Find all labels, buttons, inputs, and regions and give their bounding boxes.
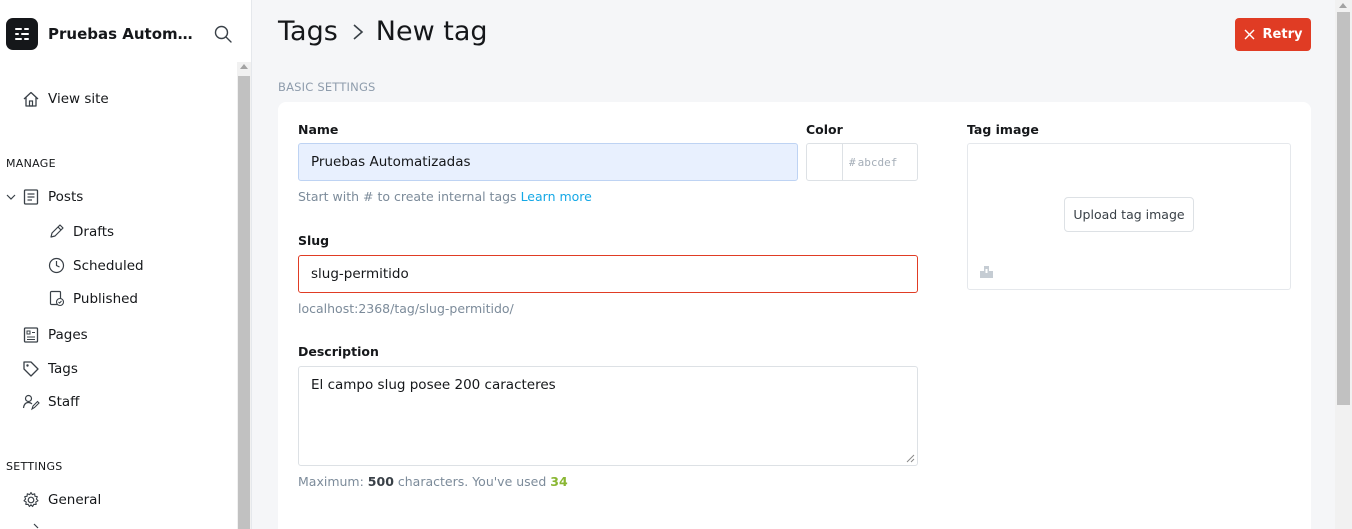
breadcrumb-tags-link[interactable]: Tags [278,16,338,47]
nav-published-label: Published [73,290,138,307]
upload-tag-image-button[interactable]: Upload tag image [1064,197,1194,232]
color-placeholder: abcdef [857,155,898,169]
main-content: Tags New tag Retry BASIC SETTINGS Name P… [253,0,1335,529]
color-hash: # [849,155,856,169]
retry-button[interactable]: Retry [1235,18,1311,51]
nav-tags-label: Tags [48,361,78,377]
upload-label: Upload tag image [1073,207,1185,222]
color-input[interactable]: # abcdef [806,143,918,181]
nav-pages-label: Pages [48,327,88,343]
gear-icon [23,491,39,508]
published-icon [49,290,65,307]
description-count-hint: Maximum: 500 characters. You've used 34 [298,474,568,489]
description-textarea[interactable]: El campo slug posee 200 caracteres [298,366,918,466]
description-value: El campo slug posee 200 caracteres [311,377,556,393]
nav-drafts-label: Drafts [73,223,115,240]
posts-icon [23,189,39,205]
name-input[interactable]: Pruebas Automatizadas [298,143,798,181]
main-scrollbar[interactable] [1335,0,1352,529]
slug-label: Slug [298,233,330,248]
close-icon [1244,29,1255,40]
nav-posts-label: Posts [48,189,84,205]
slug-input[interactable]: slug-permitido [298,255,918,293]
site-title: Pruebas Automatizadas [48,25,198,43]
resize-handle-icon[interactable] [906,454,915,463]
description-label: Description [298,344,379,359]
ghost-logo-icon [15,28,29,40]
chevron-right-icon [352,23,364,41]
clock-icon [48,257,65,274]
name-hint: Start with # to create internal tags Lea… [298,189,592,204]
nav-staff-label: Staff [48,394,80,410]
color-swatch[interactable] [807,144,843,180]
nav-pages[interactable]: Pages [22,326,88,344]
retry-label: Retry [1262,27,1303,42]
nav-published[interactable]: Published [48,290,138,307]
nav-tags[interactable]: Tags [22,360,78,378]
nav-staff[interactable]: Staff [22,393,79,411]
pencil-icon [50,224,64,238]
breadcrumb: Tags New tag [278,16,488,47]
name-hint-text: Start with # to create internal tags [298,189,517,204]
pages-icon [23,327,39,343]
name-input-value: Pruebas Automatizadas [311,154,471,170]
main-scroll-up-arrow-icon[interactable] [1339,3,1347,8]
max-value: 500 [367,474,394,489]
slug-input-value: slug-permitido [311,266,409,282]
tag-icon [23,361,39,377]
home-icon [23,91,39,107]
name-label: Name [298,122,339,137]
nav-view-site-label: View site [48,91,109,107]
nav-drafts[interactable]: Drafts [48,223,114,240]
max-mid: characters. You've used [397,474,547,489]
max-prefix: Maximum: [298,474,364,489]
used-count: 34 [550,474,568,489]
site-logo [6,18,38,50]
sidebar-scroll-thumb[interactable] [238,76,250,529]
sidebar-scrollbar[interactable] [237,62,251,529]
tag-settings-card: Name Pruebas Automatizadas Start with # … [278,102,1311,529]
manage-section-label: MANAGE [6,157,56,170]
basic-settings-label: BASIC SETTINGS [278,80,376,94]
brush-icon [33,523,39,529]
learn-more-link[interactable]: Learn more [521,189,592,204]
tag-image-label: Tag image [967,122,1039,137]
nav-scheduled[interactable]: Scheduled [48,257,144,274]
nav-general[interactable]: General [22,491,101,509]
settings-section-label: SETTINGS [6,460,63,473]
chevron-down-icon[interactable] [6,192,16,202]
nav-scheduled-label: Scheduled [73,257,144,274]
staff-icon [22,394,40,411]
search-icon[interactable] [214,25,232,47]
image-placeholder-icon [980,266,993,278]
color-label: Color [806,122,843,137]
nav-general-label: General [48,492,102,508]
tag-image-dropzone[interactable]: Upload tag image [967,143,1291,290]
site-header[interactable]: Pruebas Automatizadas [6,18,198,50]
color-text-field[interactable]: # abcdef [843,144,897,180]
nav-next-partial[interactable] [22,522,48,529]
scroll-up-arrow-icon[interactable] [240,64,248,69]
nav-posts[interactable]: Posts [6,188,83,206]
page-title: New tag [375,16,488,47]
nav-view-site[interactable]: View site [22,90,109,108]
main-scroll-thumb[interactable] [1337,12,1350,405]
slug-url-preview: localhost:2368/tag/slug-permitido/ [298,301,514,316]
sidebar: Pruebas Automatizadas View site MANAGE P… [0,0,252,529]
